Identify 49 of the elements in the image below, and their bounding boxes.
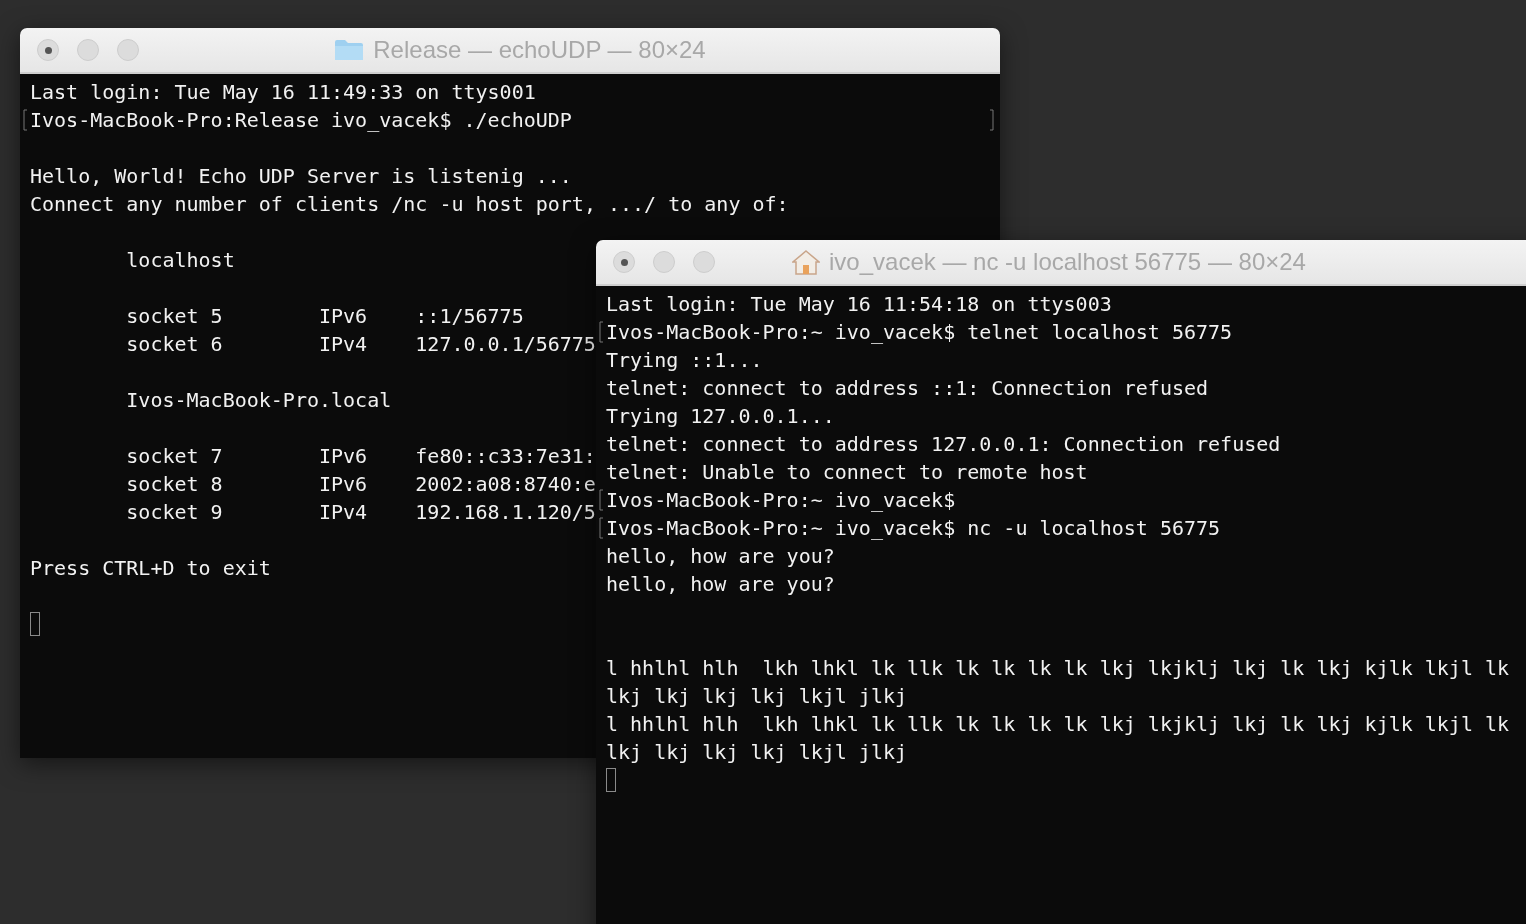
close-button[interactable] <box>613 251 635 273</box>
output-line: Press CTRL+D to exit <box>30 556 271 580</box>
output-line: lkj lkj lkj lkj lkjl jlkj <box>606 740 908 764</box>
socket-label: socket 6 <box>126 332 223 356</box>
ip-version: IPv6 <box>319 304 368 328</box>
prompt-line: Ivos-MacBook-Pro:~ ivo_vacek$ nc -u localhost 56775 <box>606 516 1221 540</box>
output-line: Hello, World! Echo UDP Server is listenig ... <box>30 164 572 188</box>
ip-version: IPv4 <box>319 332 368 356</box>
prompt-line: Ivos-MacBook-Pro:Release ivo_vacek$ ./echoUDP <box>30 108 572 132</box>
output-line: telnet: connect to address 127.0.0.1: Connection refused <box>606 432 1281 456</box>
socket-address: 192.168.1.120/5 <box>415 500 596 524</box>
socket-address: fe80::c33:7e31: <box>415 444 596 468</box>
minimize-button[interactable] <box>653 251 675 273</box>
socket-address: 2002:a08:8740:e <box>415 472 596 496</box>
host-name: Ivos-MacBook-Pro.local <box>126 388 392 412</box>
prompt-line: Ivos-MacBook-Pro:~ ivo_vacek$ telnet localhost 56775 <box>606 320 1233 344</box>
close-button[interactable] <box>37 39 59 61</box>
output-line: Connect any number of clients /nc -u host port, .../ to any of: <box>30 192 789 216</box>
text-cursor <box>30 612 40 636</box>
socket-label: socket 9 <box>126 500 223 524</box>
host-name: localhost <box>126 248 235 272</box>
output-line: hello, how are you? <box>606 544 835 568</box>
output-line: Last login: Tue May 16 11:54:18 on ttys003 <box>606 292 1112 316</box>
output-line: l hhlhl hlh lkh lhkl lk llk lk lk lk lk lkj lkjklj lkj lk lkj kjlk lkjl lk <box>606 656 1510 680</box>
zoom-button[interactable] <box>693 251 715 273</box>
socket-address: ::1/56775 <box>415 304 524 328</box>
ip-version: IPv6 <box>319 472 368 496</box>
output-line: Trying ::1... <box>606 348 763 372</box>
socket-label: socket 8 <box>126 472 223 496</box>
output-line: hello, how are you? <box>606 572 835 596</box>
socket-label: socket 7 <box>126 444 223 468</box>
folder-icon <box>334 38 365 62</box>
output-line: l hhlhl hlh lkh lhkl lk llk lk lk lk lk lkj lkjklj lkj lk lkj kjlk lkjl lk <box>606 712 1510 736</box>
socket-label: socket 5 <box>126 304 223 328</box>
window-title: Release — echoUDP — 80×24 <box>373 36 706 64</box>
socket-address: 127.0.0.1/56775 <box>415 332 596 356</box>
ip-version: IPv6 <box>319 444 368 468</box>
window-title: ivo_vacek — nc -u localhost 56775 — 80×24 <box>829 248 1306 276</box>
ip-version: IPv4 <box>319 500 368 524</box>
prompt-line: Ivos-MacBook-Pro:~ ivo_vacek$ <box>606 488 956 512</box>
output-line: telnet: Unable to connect to remote host <box>606 460 1088 484</box>
output-line: Last login: Tue May 16 11:49:33 on ttys001 <box>30 80 536 104</box>
minimize-button[interactable] <box>77 39 99 61</box>
text-cursor <box>606 768 616 792</box>
output-line: lkj lkj lkj lkj lkjl jlkj <box>606 684 908 708</box>
home-icon <box>792 249 820 275</box>
output-line: Trying 127.0.0.1... <box>606 404 835 428</box>
zoom-button[interactable] <box>117 39 139 61</box>
output-line: telnet: connect to address ::1: Connection refused <box>606 376 1209 400</box>
